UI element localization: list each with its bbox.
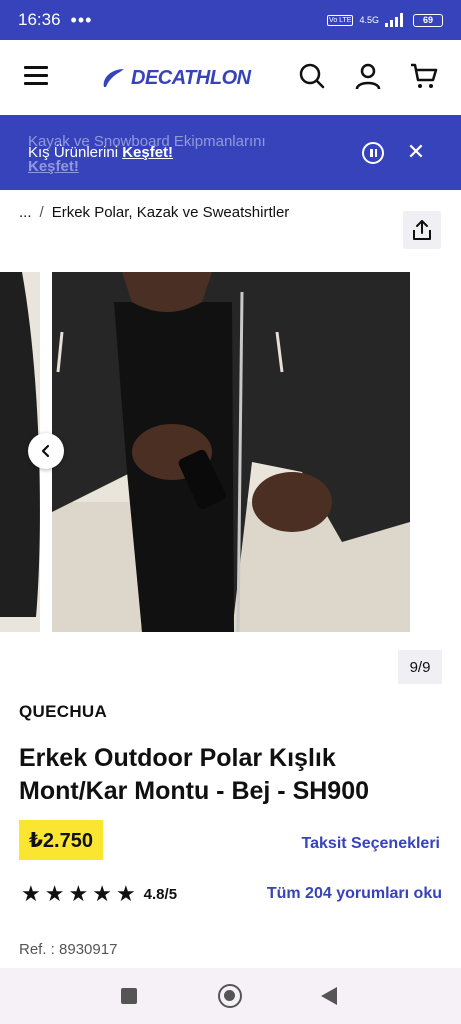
product-price: ₺2.750	[19, 820, 103, 860]
system-nav-bar	[0, 968, 461, 1024]
volte-icon: Vo LTE	[327, 14, 354, 26]
gallery-counter: 9/9	[398, 650, 442, 684]
decathlon-logo[interactable]: DECATHLON	[100, 65, 251, 91]
site-header: DECATHLON	[0, 40, 461, 115]
rating-stars[interactable]: ★ ★ ★ ★ ★ 4.8/5	[21, 883, 177, 905]
breadcrumb: ... / Erkek Polar, Kazak ve Sweatshirtler	[19, 204, 289, 221]
product-image[interactable]	[52, 272, 410, 632]
star-icon: ★	[92, 881, 112, 906]
star-icon: ★	[68, 881, 89, 906]
back-icon[interactable]	[321, 987, 337, 1005]
promo-banner: Kayak ve Snowboard Ekipmanlarını Kış Ürü…	[0, 115, 461, 190]
network-label: 4.5G	[359, 15, 379, 25]
battery-icon: 69	[413, 13, 443, 27]
breadcrumb-separator: /	[39, 204, 44, 221]
breadcrumb-ellipsis[interactable]: ...	[19, 204, 32, 221]
decathlon-logo-mark-icon	[103, 69, 124, 87]
signal-icon	[385, 13, 403, 27]
share-button[interactable]	[403, 211, 441, 249]
breadcrumb-current[interactable]: Erkek Polar, Kazak ve Sweatshirtler	[52, 204, 290, 221]
star-icon: ★	[44, 881, 65, 906]
chevron-left-icon	[41, 444, 50, 458]
close-icon[interactable]: ✕	[404, 140, 428, 164]
status-bar: 16:36 ••• Vo LTE 4.5G 69	[0, 0, 461, 40]
status-time: 16:36	[18, 10, 61, 29]
product-title: Erkek Outdoor Polar Kışlık Mont/Kar Mont…	[19, 744, 370, 805]
cart-icon[interactable]	[410, 62, 438, 90]
installments-link[interactable]: Taksit Seçenekleri	[302, 835, 440, 853]
rating-score: 4.8/5	[143, 885, 178, 903]
logo-text: DECATHLON	[131, 66, 251, 89]
home-icon[interactable]	[218, 984, 242, 1008]
product-gallery[interactable]	[0, 272, 461, 634]
gallery-next-image[interactable]	[420, 272, 461, 632]
product-brand[interactable]: QUECHUA	[19, 702, 107, 722]
star-icon: ★	[115, 881, 136, 906]
recents-icon[interactable]	[121, 988, 137, 1004]
promo-link[interactable]: Keşfet!	[122, 144, 173, 161]
star-icon: ★	[21, 881, 41, 906]
menu-icon[interactable]	[24, 66, 48, 86]
account-icon[interactable]	[354, 62, 382, 90]
gallery-previous-button[interactable]	[28, 433, 64, 469]
product-ref: Ref. : 8930917	[19, 941, 118, 958]
status-dots: •••	[70, 9, 93, 30]
pause-icon[interactable]	[362, 142, 384, 164]
search-icon[interactable]	[298, 62, 326, 90]
share-icon	[413, 220, 431, 240]
promo-previous-link: Keşfet!	[28, 158, 79, 175]
status-right: Vo LTE 4.5G 69	[327, 13, 443, 27]
reviews-link[interactable]: Tüm 204 yorumları oku	[267, 885, 442, 903]
